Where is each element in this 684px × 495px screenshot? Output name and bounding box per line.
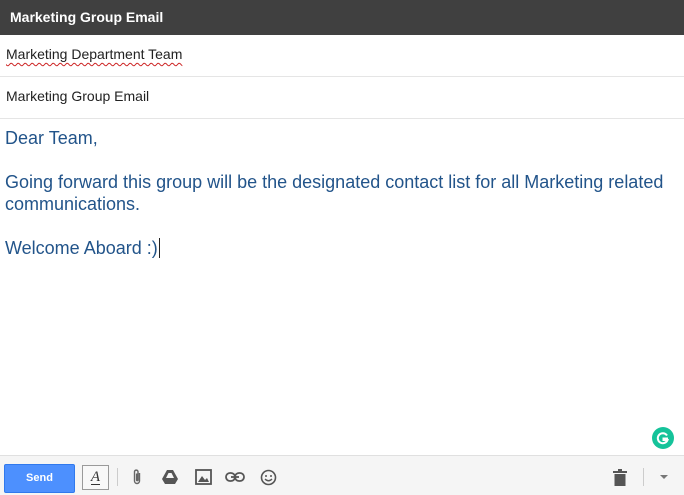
formatting-icon-letter: A <box>90 469 101 485</box>
compose-toolbar: Send A <box>0 455 684 495</box>
message-body[interactable]: Dear Team, Going forward this group will… <box>5 127 675 259</box>
compose-window-title: Marketing Group Email <box>0 0 684 35</box>
subject-field[interactable]: Marketing Group Email <box>0 77 684 119</box>
emoji-icon[interactable] <box>256 465 280 489</box>
trash-icon[interactable] <box>608 465 632 489</box>
body-closing-line: Welcome Aboard :) <box>5 237 675 259</box>
link-icon[interactable] <box>223 465 247 489</box>
grammarly-icon[interactable] <box>652 427 674 449</box>
send-button[interactable]: Send <box>4 464 75 493</box>
toolbar-divider <box>643 468 644 486</box>
body-closing: Welcome Aboard :) <box>5 238 158 258</box>
formatting-icon[interactable]: A <box>82 465 109 490</box>
more-options-icon[interactable] <box>652 465 676 489</box>
subject-value: Marketing Group Email <box>6 88 150 104</box>
drive-icon[interactable] <box>158 465 182 489</box>
body-greeting: Dear Team, <box>5 128 98 148</box>
text-cursor <box>158 238 160 258</box>
recipients-field[interactable]: Marketing Department Team <box>0 35 684 77</box>
body-paragraph: Going forward this group will be the des… <box>5 172 664 214</box>
attach-icon[interactable] <box>125 465 149 489</box>
recipients-value: Marketing Department Team <box>6 46 183 62</box>
photo-icon[interactable] <box>191 465 215 489</box>
toolbar-divider <box>117 468 118 486</box>
